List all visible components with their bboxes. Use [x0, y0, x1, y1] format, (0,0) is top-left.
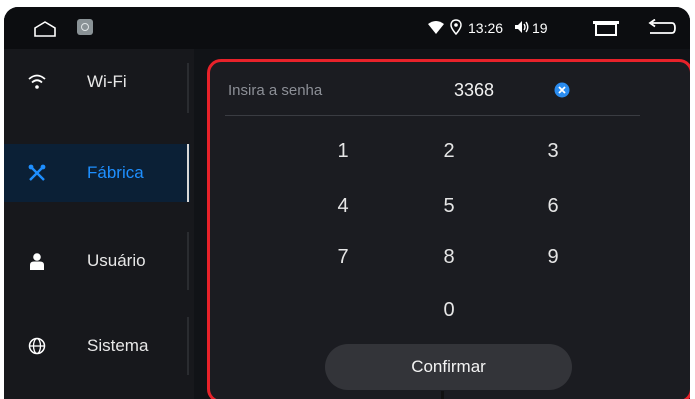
confirm-button[interactable]: Confirmar — [325, 344, 572, 390]
recent-apps-icon[interactable] — [592, 20, 620, 36]
sidebar-item-sistema[interactable]: Sistema — [4, 317, 190, 375]
key-4[interactable]: 4 — [313, 191, 373, 221]
key-5[interactable]: 5 — [419, 191, 479, 221]
key-9[interactable]: 9 — [523, 242, 583, 272]
key-6[interactable]: 6 — [523, 191, 583, 221]
sidebar-item-label: Wi-Fi — [87, 72, 127, 91]
divider — [187, 317, 189, 375]
app-icon[interactable] — [77, 19, 93, 35]
sidebar-item-wifi[interactable]: Wi-Fi — [4, 53, 190, 111]
sidebar-item-fabrica[interactable]: Fábrica — [4, 144, 190, 202]
active-indicator — [187, 144, 189, 202]
sidebar-item-label: Fábrica — [87, 163, 144, 182]
sidebar-item-label: Usuário — [87, 251, 146, 270]
key-7[interactable]: 7 — [313, 242, 373, 272]
divider — [187, 232, 189, 290]
location-pin-icon — [450, 19, 462, 35]
home-icon[interactable] — [34, 21, 56, 37]
globe-icon — [28, 337, 46, 355]
settings-screen: 13:26 19 Wi-Fi Fábrica Usuário Sistema I… — [4, 7, 690, 399]
password-placeholder: Insira a senha — [228, 82, 323, 99]
status-bar: 13:26 19 — [4, 7, 690, 49]
password-input[interactable]: 3368 — [454, 80, 494, 101]
wifi-icon — [428, 21, 444, 34]
key-3[interactable]: 3 — [523, 136, 583, 166]
user-icon — [30, 253, 44, 270]
key-0[interactable]: 0 — [419, 295, 479, 325]
volume-level: 19 — [532, 20, 548, 36]
key-1[interactable]: 1 — [313, 136, 373, 166]
password-keypad-panel: Insira a senha 3368 1 2 3 4 5 6 7 8 9 0 … — [207, 59, 690, 399]
key-8[interactable]: 8 — [419, 242, 479, 272]
input-underline — [225, 115, 640, 116]
settings-sidebar: Wi-Fi Fábrica Usuário Sistema — [4, 49, 194, 399]
sidebar-item-usuario[interactable]: Usuário — [4, 232, 190, 290]
volume-icon[interactable] — [514, 19, 530, 35]
sidebar-item-label: Sistema — [87, 336, 149, 355]
wifi-icon — [28, 74, 46, 89]
divider — [441, 391, 444, 399]
divider — [187, 63, 189, 113]
clock: 13:26 — [468, 20, 504, 36]
clear-icon[interactable] — [554, 82, 570, 98]
key-2[interactable]: 2 — [419, 136, 479, 166]
tools-icon — [28, 164, 46, 181]
back-icon[interactable] — [646, 19, 676, 37]
